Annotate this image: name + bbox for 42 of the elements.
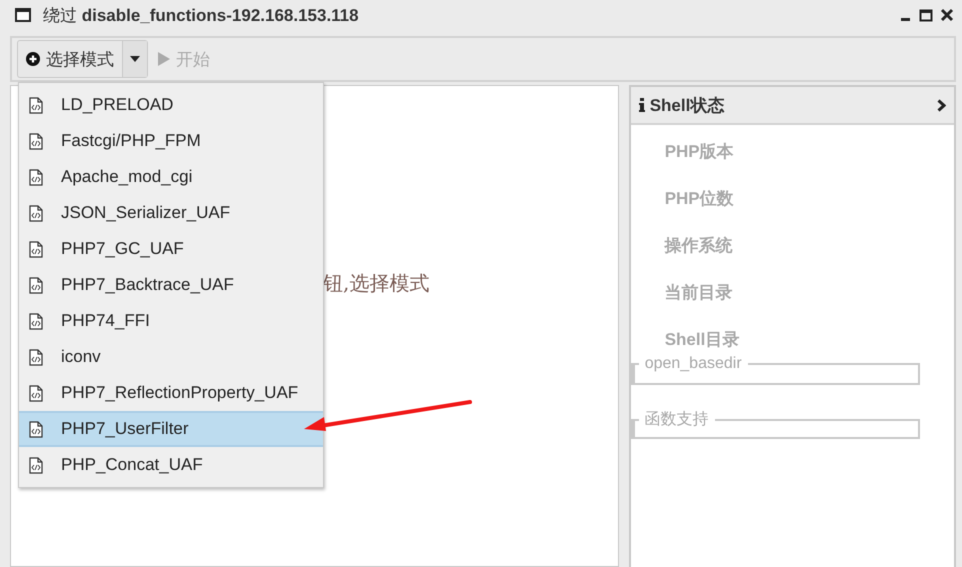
menu-item[interactable]: Apache_mod_cgi [19, 159, 323, 195]
menu-item[interactable]: PHP7_ReflectionProperty_UAF [19, 375, 323, 411]
play-icon [158, 52, 170, 66]
status-label: PHP版本 [664, 141, 735, 163]
caret-icon [130, 56, 140, 62]
code-file-icon [29, 204, 43, 222]
code-file-icon [29, 456, 43, 474]
panel-title: Shell状态 [650, 94, 724, 116]
code-file-icon [29, 384, 43, 402]
code-file-icon [29, 168, 43, 186]
menu-item[interactable]: PHP_Concat_UAF [19, 447, 323, 483]
panel-header[interactable]: Shell状态 [630, 87, 954, 125]
window-title: 绕过 disable_functions-192.168.153.118 [43, 4, 359, 26]
dropdown-button[interactable] [123, 41, 147, 77]
status-label: Shell目录 [664, 329, 740, 349]
group-legend: 函数支持 [638, 409, 715, 430]
code-file-icon [29, 276, 43, 294]
info-icon [638, 98, 645, 112]
code-file-icon [29, 348, 43, 366]
close-icon[interactable] [940, 8, 954, 22]
menu-item[interactable]: Fastcgi/PHP_FPM [19, 123, 323, 159]
window-icon [15, 8, 31, 22]
status-label: 操作系统 [664, 235, 734, 257]
code-file-icon [29, 312, 43, 330]
menu-item[interactable]: iconv [19, 339, 323, 375]
group-legend: open_basedir [638, 355, 748, 373]
status-label: 当前目录 [664, 282, 734, 304]
menu-item[interactable]: PHP7_UserFilter [19, 411, 323, 447]
menu-item[interactable]: JSON_Serializer_UAF [19, 195, 323, 231]
menu-item[interactable]: PHP7_GC_UAF [19, 231, 323, 267]
plus-circle-icon [26, 52, 40, 66]
code-file-icon [29, 420, 43, 438]
maximize-icon[interactable] [919, 8, 933, 22]
menu-item[interactable]: PHP74_FFI [19, 303, 323, 339]
chevron-right-icon[interactable] [937, 98, 946, 112]
code-file-icon [29, 132, 43, 150]
status-label: PHP位数 [664, 188, 735, 210]
code-file-icon [29, 240, 43, 258]
menu-item[interactable]: LD_PRELOAD [19, 87, 323, 123]
code-file-icon [29, 96, 43, 114]
menu-item[interactable]: PHP7_Backtrace_UAF [19, 267, 323, 303]
hint-text: 钮,选择模式 [323, 270, 430, 297]
